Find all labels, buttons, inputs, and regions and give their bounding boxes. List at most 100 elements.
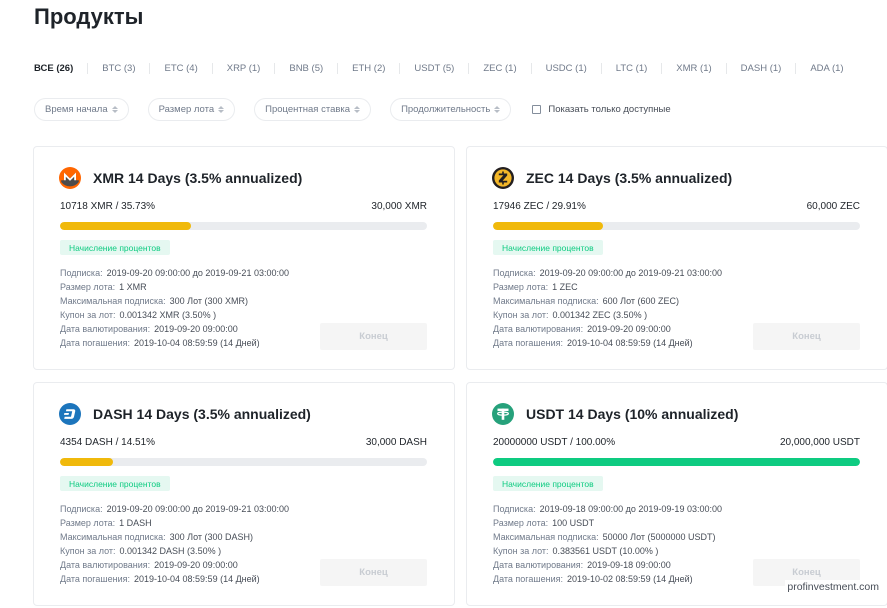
tab-divider [468, 62, 470, 74]
coupon-label: Купон за лот: [493, 310, 549, 320]
tab-xmr[interactable]: XMR (1) [676, 63, 711, 74]
monero-icon [59, 167, 81, 189]
progress-fill [493, 222, 603, 230]
coupon-label: Купон за лот: [60, 546, 116, 556]
product-details: Подписка: 2019-09-20 09:00:00 до 2019-09-… [60, 502, 289, 586]
tab-dash[interactable]: DASH (1) [741, 63, 782, 74]
tab-zec[interactable]: ZEC (1) [483, 63, 516, 74]
tab-ltc[interactable]: LTC (1) [616, 63, 648, 74]
only-available-toggle[interactable]: Показать только доступные [532, 104, 671, 115]
product-details: Подписка: 2019-09-20 09:00:00 до 2019-09-… [493, 266, 722, 350]
coupon-label: Купон за лот: [493, 546, 549, 556]
tab-divider [399, 62, 401, 74]
progress-fill [60, 458, 114, 466]
card-header: ZEC 14 Days (3.5% annualized) [492, 167, 732, 189]
progress-row: 17946 ZEC / 29.91% 60,000 ZEC [493, 201, 860, 212]
product-details: Подписка: 2019-09-20 09:00:00 до 2019-09-… [60, 266, 289, 350]
subscription-label: Подписка: [60, 504, 103, 514]
subscription-value: 2019-09-20 09:00:00 до 2019-09-21 03:00:… [106, 504, 289, 514]
subscription-row: Подписка: 2019-09-20 09:00:00 до 2019-09-… [60, 502, 289, 516]
interest-rate-filter[interactable]: Процентная ставка [254, 98, 372, 121]
max-subscription-label: Максимальная подписка: [60, 532, 166, 542]
filter-bar: Время начала Размер лота Процентная став… [34, 98, 671, 121]
lot-size-label: Размер лота: [493, 282, 549, 292]
progress-row: 10718 XMR / 35.73% 30,000 XMR [60, 201, 427, 212]
tab-xrp[interactable]: XRP (1) [227, 63, 261, 74]
total-amount: 20,000,000 USDT [779, 437, 860, 448]
progress-bar [60, 458, 427, 466]
zcash-icon [492, 167, 514, 189]
value-date-label: Дата валютирования: [493, 324, 584, 334]
product-card-xmr[interactable]: XMR 14 Days (3.5% annualized) 10718 XMR … [33, 146, 455, 370]
product-card-usdt[interactable]: USDT 14 Days (10% annualized) 20000000 U… [466, 382, 887, 606]
lot-size-value: 1 ZEC [552, 282, 578, 292]
max-subscription-row: Максимальная подписка: 300 Лот (300 XMR) [60, 294, 289, 308]
value-date-value: 2019-09-20 09:00:00 [154, 560, 238, 570]
tether-icon [492, 403, 514, 425]
coupon-row: Купон за лот: 0.001342 ZEC (3.50% ) [493, 308, 722, 322]
duration-filter-label: Продолжительность [401, 104, 491, 115]
tab-divider [149, 62, 151, 74]
product-details: Подписка: 2019-09-18 09:00:00 до 2019-09-… [493, 502, 722, 586]
progress-row: 4354 DASH / 14.51% 30,000 DASH [60, 437, 427, 448]
category-tabs: ВСЕ (26) BTC (3) ETC (4) XRP (1) BNB (5)… [34, 61, 844, 75]
progress-bar [493, 222, 860, 230]
tab-ada[interactable]: ADA (1) [810, 63, 843, 74]
redemption-date-value: 2019-10-04 08:59:59 (14 Дней) [567, 338, 693, 348]
coupon-row: Купон за лот: 0.001342 XMR (3.50% ) [60, 308, 289, 322]
progress-fill [493, 458, 860, 466]
interest-rate-filter-label: Процентная ставка [265, 104, 351, 115]
lot-size-row: Размер лота: 1 DASH [60, 516, 289, 530]
tab-divider [530, 62, 532, 74]
subscription-label: Подписка: [493, 268, 536, 278]
redemption-date-label: Дата погашения: [60, 338, 130, 348]
tab-eth[interactable]: ETH (2) [352, 63, 385, 74]
value-date-value: 2019-09-18 09:00:00 [587, 560, 671, 570]
lot-size-label: Размер лота: [60, 518, 116, 528]
end-button[interactable]: Конец [320, 323, 427, 350]
progress-row: 20000000 USDT / 100.00% 20,000,000 USDT [493, 437, 860, 448]
lot-size-row: Размер лота: 1 ZEC [493, 280, 722, 294]
tab-usdc[interactable]: USDC (1) [546, 63, 587, 74]
redemption-date-row: Дата погашения: 2019-10-04 08:59:59 (14 Д… [493, 336, 722, 350]
redemption-date-row: Дата погашения: 2019-10-04 08:59:59 (14 Д… [60, 336, 289, 350]
sort-icon [111, 106, 118, 113]
sort-icon [218, 106, 225, 113]
only-available-checkbox[interactable] [532, 105, 542, 114]
coupon-label: Купон за лот: [60, 310, 116, 320]
coupon-value: 0.001342 ZEC (3.50% ) [552, 310, 648, 320]
max-subscription-value: 300 Лот (300 DASH) [169, 532, 254, 542]
tab-divider [795, 62, 797, 74]
max-subscription-label: Максимальная подписка: [60, 296, 166, 306]
max-subscription-label: Максимальная подписка: [493, 532, 599, 542]
lot-size-filter-label: Размер лота [158, 104, 215, 115]
total-amount: 30,000 DASH [365, 437, 427, 448]
product-card-zec[interactable]: ZEC 14 Days (3.5% annualized) 17946 ZEC … [466, 146, 887, 370]
page-title: Продукты [34, 4, 144, 29]
progress-fill [60, 222, 192, 230]
max-subscription-row: Максимальная подписка: 600 Лот (600 ZEC) [493, 294, 722, 308]
tab-all[interactable]: ВСЕ (26) [34, 63, 73, 74]
tab-etc[interactable]: ETC (4) [164, 63, 197, 74]
duration-filter[interactable]: Продолжительность [390, 98, 512, 121]
tab-btc[interactable]: BTC (3) [102, 63, 135, 74]
redemption-date-value: 2019-10-02 08:59:59 (14 Дней) [567, 574, 693, 584]
tab-bnb[interactable]: BNB (5) [289, 63, 323, 74]
value-date-row: Дата валютирования: 2019-09-20 09:00:00 [60, 558, 289, 572]
value-date-label: Дата валютирования: [60, 324, 151, 334]
max-subscription-row: Максимальная подписка: 50000 Лот (5000000… [493, 530, 722, 544]
end-button[interactable]: Конец [753, 323, 860, 350]
tab-usdt[interactable]: USDT (5) [414, 63, 454, 74]
subscription-label: Подписка: [60, 268, 103, 278]
lot-size-filter[interactable]: Размер лота [147, 98, 236, 121]
progress-text: 17946 ZEC / 29.91% [493, 201, 586, 212]
only-available-label: Показать только доступные [548, 104, 671, 115]
tab-divider [600, 62, 602, 74]
card-header: DASH 14 Days (3.5% annualized) [59, 403, 311, 425]
subscription-value: 2019-09-20 09:00:00 до 2019-09-21 03:00:… [539, 268, 722, 278]
end-button[interactable]: Конец [320, 559, 427, 586]
status-badge: Начисление процентов [60, 476, 170, 491]
value-date-label: Дата валютирования: [60, 560, 151, 570]
start-time-filter[interactable]: Время начала [34, 98, 129, 121]
product-card-dash[interactable]: DASH 14 Days (3.5% annualized) 4354 DASH… [33, 382, 455, 606]
